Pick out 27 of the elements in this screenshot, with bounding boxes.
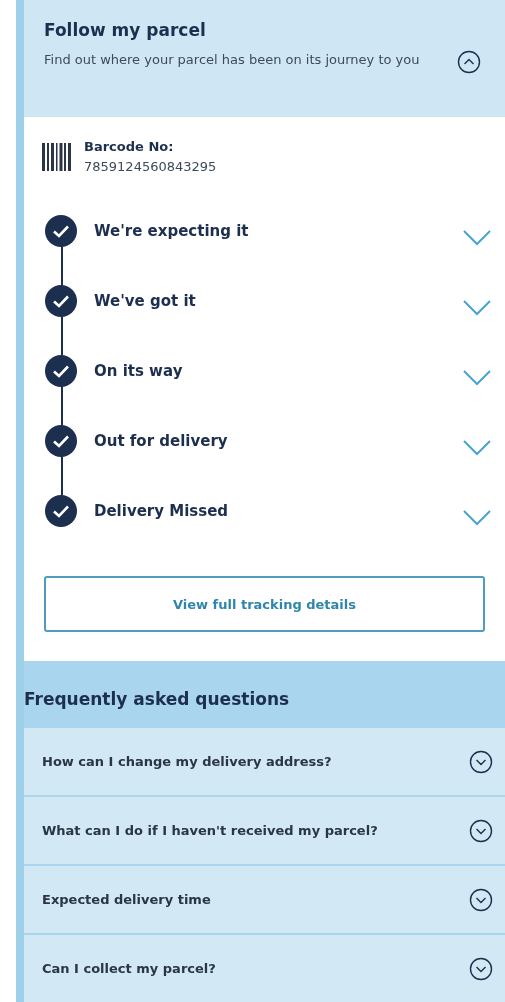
barcode-icon	[42, 142, 72, 171]
chevron-down-icon[interactable]	[463, 370, 491, 387]
section-description: Find out where your parcel has been on its journey to you	[44, 50, 421, 69]
faq-item[interactable]: Can I collect my parcel?	[24, 935, 505, 1002]
step-label: Out for delivery	[94, 431, 229, 453]
faq-question: What can I do if I haven't received my parcel?	[42, 821, 379, 840]
faq-question: Can I collect my parcel?	[42, 959, 217, 978]
faq-item[interactable]: Expected delivery time	[24, 866, 505, 933]
chevron-down-icon[interactable]	[463, 510, 491, 527]
barcode-number: 7859124560843295	[84, 157, 217, 176]
step-label: Delivery Missed	[94, 501, 230, 523]
chevron-down-icon[interactable]	[463, 440, 491, 457]
tracking-details-button[interactable]: View full tracking details	[44, 576, 485, 633]
step-label: We've got it	[94, 291, 197, 313]
faq-item[interactable]: What can I do if I haven't received my parcel?	[24, 797, 505, 864]
chevron-up-icon[interactable]	[457, 50, 481, 74]
step-label: On its way	[94, 361, 184, 383]
chevron-down-icon[interactable]	[463, 230, 491, 247]
faq-question: How can I change my delivery address?	[42, 752, 333, 771]
faq-question: Expected delivery time	[42, 890, 212, 909]
barcode-label: Barcode No:	[84, 138, 175, 157]
header-panel[interactable]: Follow my parcel Find out where your parcel has been on its journey to you	[24, 0, 505, 118]
step-label: We're expecting it	[94, 221, 250, 243]
faq-heading: Frequently asked questions	[24, 687, 291, 711]
chevron-down-icon[interactable]	[463, 300, 491, 317]
faq-item[interactable]: How can I change my delivery address?	[24, 728, 505, 795]
section-title: Follow my parcel	[44, 19, 207, 42]
